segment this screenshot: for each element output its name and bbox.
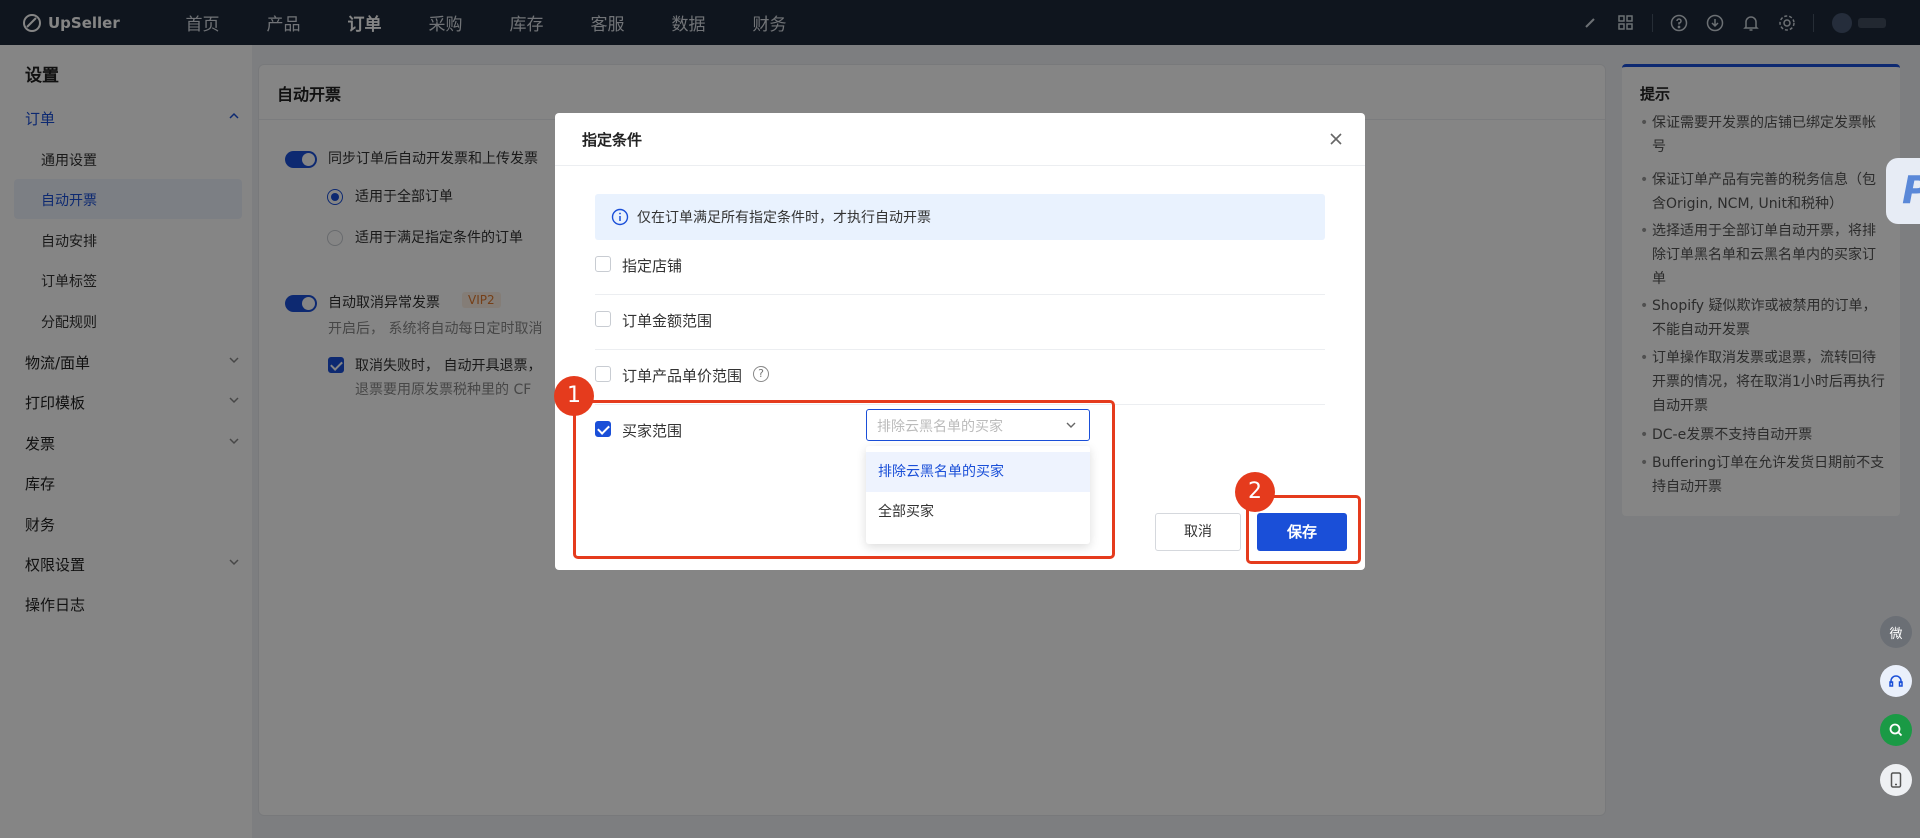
- condition-row-store: 指定店铺: [595, 240, 1325, 295]
- headset-icon[interactable]: [1880, 665, 1912, 697]
- search-icon[interactable]: [1880, 714, 1912, 746]
- dialog-title: 指定条件: [582, 131, 643, 149]
- info-icon: [611, 208, 629, 226]
- info-banner: 仅在订单满足所有指定条件时，才执行自动开票: [595, 194, 1325, 240]
- help-icon[interactable]: ?: [753, 366, 769, 382]
- info-text: 仅在订单满足所有指定条件时，才执行自动开票: [637, 210, 931, 226]
- condition-label: 订单产品单价范围: [622, 367, 743, 385]
- condition-unit-price-checkbox[interactable]: [595, 366, 611, 382]
- step-marker-2: 2: [1235, 472, 1275, 512]
- condition-row-amount: 订单金额范围: [595, 295, 1325, 350]
- mobile-icon[interactable]: [1880, 764, 1912, 796]
- condition-row-unit-price: 订单产品单价范围 ?: [595, 350, 1325, 405]
- divider: [555, 165, 1365, 166]
- highlight-box-1: [573, 400, 1115, 559]
- promo-icon: P: [1902, 168, 1920, 212]
- condition-label: 订单金额范围: [622, 312, 713, 330]
- condition-amount-checkbox[interactable]: [595, 311, 611, 327]
- wechat-icon[interactable]: 微: [1880, 616, 1912, 648]
- wechat-label: 微: [1889, 626, 1903, 642]
- close-icon[interactable]: [1326, 129, 1346, 149]
- cancel-button[interactable]: 取消: [1155, 513, 1241, 551]
- floating-promo[interactable]: P: [1886, 158, 1920, 224]
- step-marker-1: 1: [554, 376, 594, 416]
- condition-label: 指定店铺: [622, 257, 683, 275]
- condition-store-checkbox[interactable]: [595, 256, 611, 272]
